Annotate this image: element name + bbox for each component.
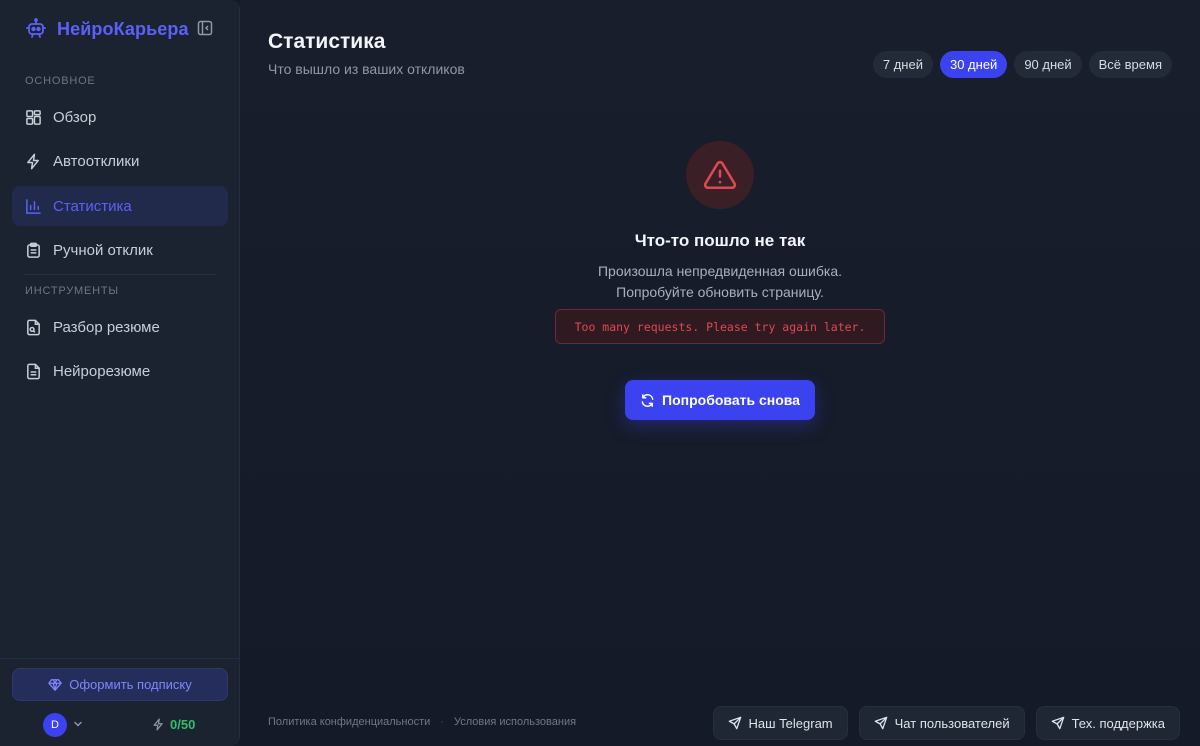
support-label: Тех. поддержка [1071,715,1165,731]
period-tab-90-days[interactable]: 90 дней [1014,51,1082,78]
section-label-tools: ИНСТРУМЕНТЫ [25,285,119,297]
credits-counter: 0/50 [152,717,195,732]
error-message-line-2: Попробуйте обновить страницу. [616,284,824,300]
user-avatar[interactable]: D [43,713,67,737]
footer-buttons: Наш Telegram Чат пользователей Тех. подд… [712,706,1180,740]
collapse-sidebar-button[interactable] [196,19,214,37]
sidebar-item-neuroresume[interactable]: Нейрорезюме [12,351,228,391]
sidebar-collapse-icon [197,20,213,36]
error-message-line-1: Произошла непредвиденная ошибка. [597,263,842,279]
file-search-icon [24,318,42,336]
bar-chart-icon [24,197,42,215]
footer-separator: · [440,716,444,728]
main-content [240,0,1200,746]
sidebar-item-overview[interactable]: Обзор [12,97,228,137]
error-icon-badge [686,141,754,209]
retry-button[interactable]: Попробовать снова [625,380,815,420]
period-tabs: 7 дней 30 дней 90 дней Всё время [872,51,1172,78]
lightning-icon [152,718,165,731]
sidebar-item-label: Ручной отклик [53,241,153,259]
brand-name: НейроКарьера [57,18,189,39]
support-button[interactable]: Тех. поддержка [1035,706,1180,740]
user-chat-label: Чат пользователей [894,715,1010,731]
sidebar-item-statistics[interactable]: Статистика [12,186,228,226]
subscribe-label: Оформить подписку [69,677,192,692]
send-icon [728,716,742,730]
sidebar-divider [24,274,216,275]
warning-triangle-icon [703,160,737,190]
lightning-icon [24,152,42,170]
telegram-label: Наш Telegram [748,715,833,731]
sidebar-item-label: Разбор резюме [53,318,160,336]
subscribe-button[interactable]: Оформить подписку [12,668,228,701]
sidebar: НейроКарьера ОСНОВНОЕ Обзор Автоотклики … [0,0,240,746]
clipboard-icon [24,241,42,259]
error-title: Что-то пошло не так [634,231,806,250]
robot-logo-icon [24,17,48,41]
sidebar-bottom-divider [0,658,240,659]
user-chat-button[interactable]: Чат пользователей [858,706,1025,740]
page-subtitle: Что вышло из ваших откликов [268,61,465,77]
page-title: Статистика [268,30,386,53]
sidebar-item-label: Обзор [53,108,97,126]
sidebar-item-label: Статистика [53,197,132,215]
sidebar-item-manual-response[interactable]: Ручной отклик [12,230,228,270]
sidebar-item-label: Автоотклики [53,152,140,170]
grid-icon [24,108,42,126]
send-icon [1051,716,1065,730]
sidebar-item-autoresponses[interactable]: Автоотклики [12,141,228,181]
send-icon [874,716,888,730]
period-tab-all-time[interactable]: Всё время [1088,51,1172,78]
terms-link[interactable]: Условия использования [454,716,576,728]
privacy-policy-link[interactable]: Политика конфиденциальности [268,716,430,728]
telegram-button[interactable]: Наш Telegram [712,706,848,740]
period-tab-30-days[interactable]: 30 дней [939,51,1008,78]
brand[interactable]: НейроКарьера [24,14,189,44]
footer-links: Политика конфиденциальности · Условия ис… [268,716,576,728]
refresh-icon [640,393,655,408]
section-label-main: ОСНОВНОЕ [25,75,96,87]
chevron-down-icon[interactable] [72,718,84,730]
file-text-icon [24,362,42,380]
diamond-icon [48,678,63,692]
period-tab-7-days[interactable]: 7 дней [872,51,933,78]
retry-label: Попробовать снова [662,392,800,408]
credits-value: 0/50 [170,717,196,732]
sidebar-item-label: Нейрорезюме [53,362,151,380]
error-details: Too many requests. Please try again late… [555,309,885,344]
sidebar-item-resume-review[interactable]: Разбор резюме [12,307,228,347]
